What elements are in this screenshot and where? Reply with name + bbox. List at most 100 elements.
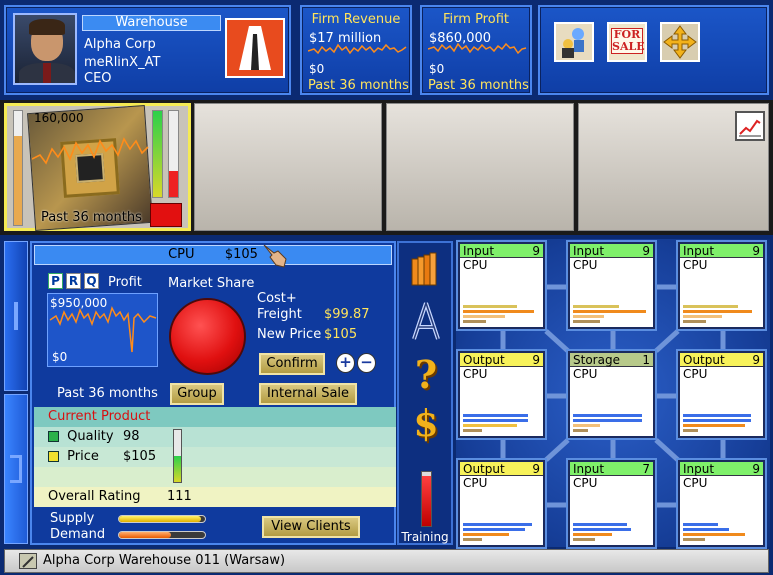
status-edit-button[interactable] (19, 553, 37, 569)
quality-row: Quality 98 (34, 427, 396, 447)
market-share-label: Market Share (168, 276, 255, 291)
price-increase-button[interactable]: + (336, 353, 355, 373)
unit-node[interactable]: Input 9 CPU (458, 242, 545, 329)
unit-count: 9 (532, 462, 540, 476)
revenue-period: Past 36 months (308, 78, 409, 93)
profit-period: Past 36 months (428, 78, 529, 93)
slot-3[interactable] (386, 103, 574, 231)
ceo-avatar[interactable] (13, 13, 77, 85)
profit-chart-value: $950,000 (50, 296, 108, 310)
unit-type: Output (463, 353, 505, 367)
tab-p[interactable]: P (48, 273, 63, 289)
training-label[interactable]: Training (399, 530, 451, 544)
tab-1[interactable] (4, 241, 28, 391)
unit-product: CPU (683, 367, 708, 381)
revenue-value: $17 million (309, 31, 382, 46)
tab-2[interactable] (4, 394, 28, 544)
logo-icon (239, 26, 271, 70)
alert-block (150, 203, 182, 227)
unit-count: 1 (642, 353, 650, 367)
revenue-zero: $0 (309, 62, 325, 76)
market-share-pie (169, 298, 246, 375)
demand-label: Demand (50, 527, 106, 542)
unit-count: 9 (532, 353, 540, 367)
unit-node[interactable]: Input 9 CPU (568, 242, 655, 329)
unit-type: Output (463, 462, 505, 476)
unit-type: Storage (573, 353, 620, 367)
price-label: Price (67, 449, 99, 464)
unit-count: 9 (752, 244, 760, 258)
building-type-label: Warehouse (82, 15, 221, 31)
unit-count: 9 (752, 353, 760, 367)
unit-node[interactable]: Input 7 CPU (568, 460, 655, 547)
price-value: $105 (123, 449, 157, 464)
price-decrease-button[interactable]: − (357, 353, 376, 373)
new-price-label: New Price (257, 327, 322, 342)
unit-bars (683, 521, 760, 541)
products-button[interactable] (408, 249, 444, 287)
profit-panel[interactable]: Firm Profit $860,000 $0 Past 36 months (420, 5, 532, 95)
finance-button[interactable]: $ (408, 403, 444, 445)
unit-count: 9 (752, 462, 760, 476)
quality-gauge (152, 110, 163, 198)
profit-chart-zero: $0 (52, 350, 68, 364)
unit-product: CPU (683, 476, 708, 490)
price-row: Price $105 (34, 447, 396, 467)
profit-chart: $950,000 $0 (47, 293, 158, 367)
tab-q[interactable]: Q (84, 273, 99, 289)
company-logo[interactable] (225, 18, 285, 78)
unit-header: Input 9 (570, 244, 653, 258)
unit-node[interactable]: Input 9 CPU (678, 242, 765, 329)
unit-product: CPU (573, 367, 598, 381)
unit-node[interactable]: Output 9 CPU (458, 460, 545, 547)
group-button[interactable]: Group (170, 383, 224, 405)
game-window: Warehouse Alpha Corp meRlinX_AT CEO Firm… (0, 0, 773, 575)
current-product-section: Current Product Quality 98 Price $105 Ov… (34, 407, 396, 507)
question-icon: ? (414, 352, 438, 397)
unit-node[interactable]: Output 9 CPU (458, 351, 545, 438)
slot-2[interactable] (194, 103, 382, 231)
supply-label: Supply (50, 511, 95, 526)
cost-label: Cost+ (257, 291, 297, 306)
unit-node[interactable]: Input 9 CPU (678, 460, 765, 547)
unit-header: Input 9 (680, 462, 763, 476)
unit-type: Output (683, 353, 725, 367)
staff-button[interactable] (554, 22, 594, 62)
view-clients-button[interactable]: View Clients (262, 516, 360, 538)
slot-value: 160,000 (34, 111, 84, 125)
internal-sale-button[interactable]: Internal Sale (259, 383, 357, 405)
freight-label: Freight (257, 307, 302, 322)
technology-button[interactable] (408, 301, 444, 341)
unit-product: CPU (463, 476, 488, 490)
slot-1[interactable]: 160,000 Past 36 months (4, 103, 191, 231)
unit-node[interactable]: Output 9 CPU (678, 351, 765, 438)
overall-value: 111 (167, 489, 192, 504)
ceo-panel: Warehouse Alpha Corp meRlinX_AT CEO (4, 5, 291, 95)
unit-type: Input (683, 244, 715, 258)
unit-product: CPU (463, 367, 488, 381)
chart-button[interactable] (735, 111, 765, 141)
supply-bar (118, 515, 206, 523)
hand-cursor-icon (263, 244, 287, 268)
unit-count: 9 (642, 244, 650, 258)
unit-node[interactable]: Storage 1 CPU (568, 351, 655, 438)
help-button[interactable]: ? (408, 355, 444, 395)
unit-product: CPU (463, 258, 488, 272)
quality-value: 98 (123, 429, 140, 444)
revenue-panel[interactable]: Firm Revenue $17 million $0 Past 36 mont… (300, 5, 412, 95)
unit-bars (683, 303, 760, 323)
unit-type: Input (463, 244, 495, 258)
unit-header: Input 7 (570, 462, 653, 476)
training-gauge[interactable] (421, 471, 432, 527)
slot-4[interactable] (578, 103, 769, 231)
supply-gauge (13, 110, 23, 226)
player-title: CEO (84, 71, 112, 86)
tab-r[interactable]: R (66, 273, 81, 289)
confirm-button[interactable]: Confirm (259, 353, 325, 375)
status-text: Alpha Corp Warehouse 011 (Warsaw) (43, 553, 286, 568)
for-sale-button[interactable]: FOR SALE (607, 22, 647, 62)
compass-icon (412, 302, 440, 340)
move-button[interactable] (660, 22, 700, 62)
quality-bar (173, 429, 182, 483)
unit-bars (573, 303, 650, 323)
